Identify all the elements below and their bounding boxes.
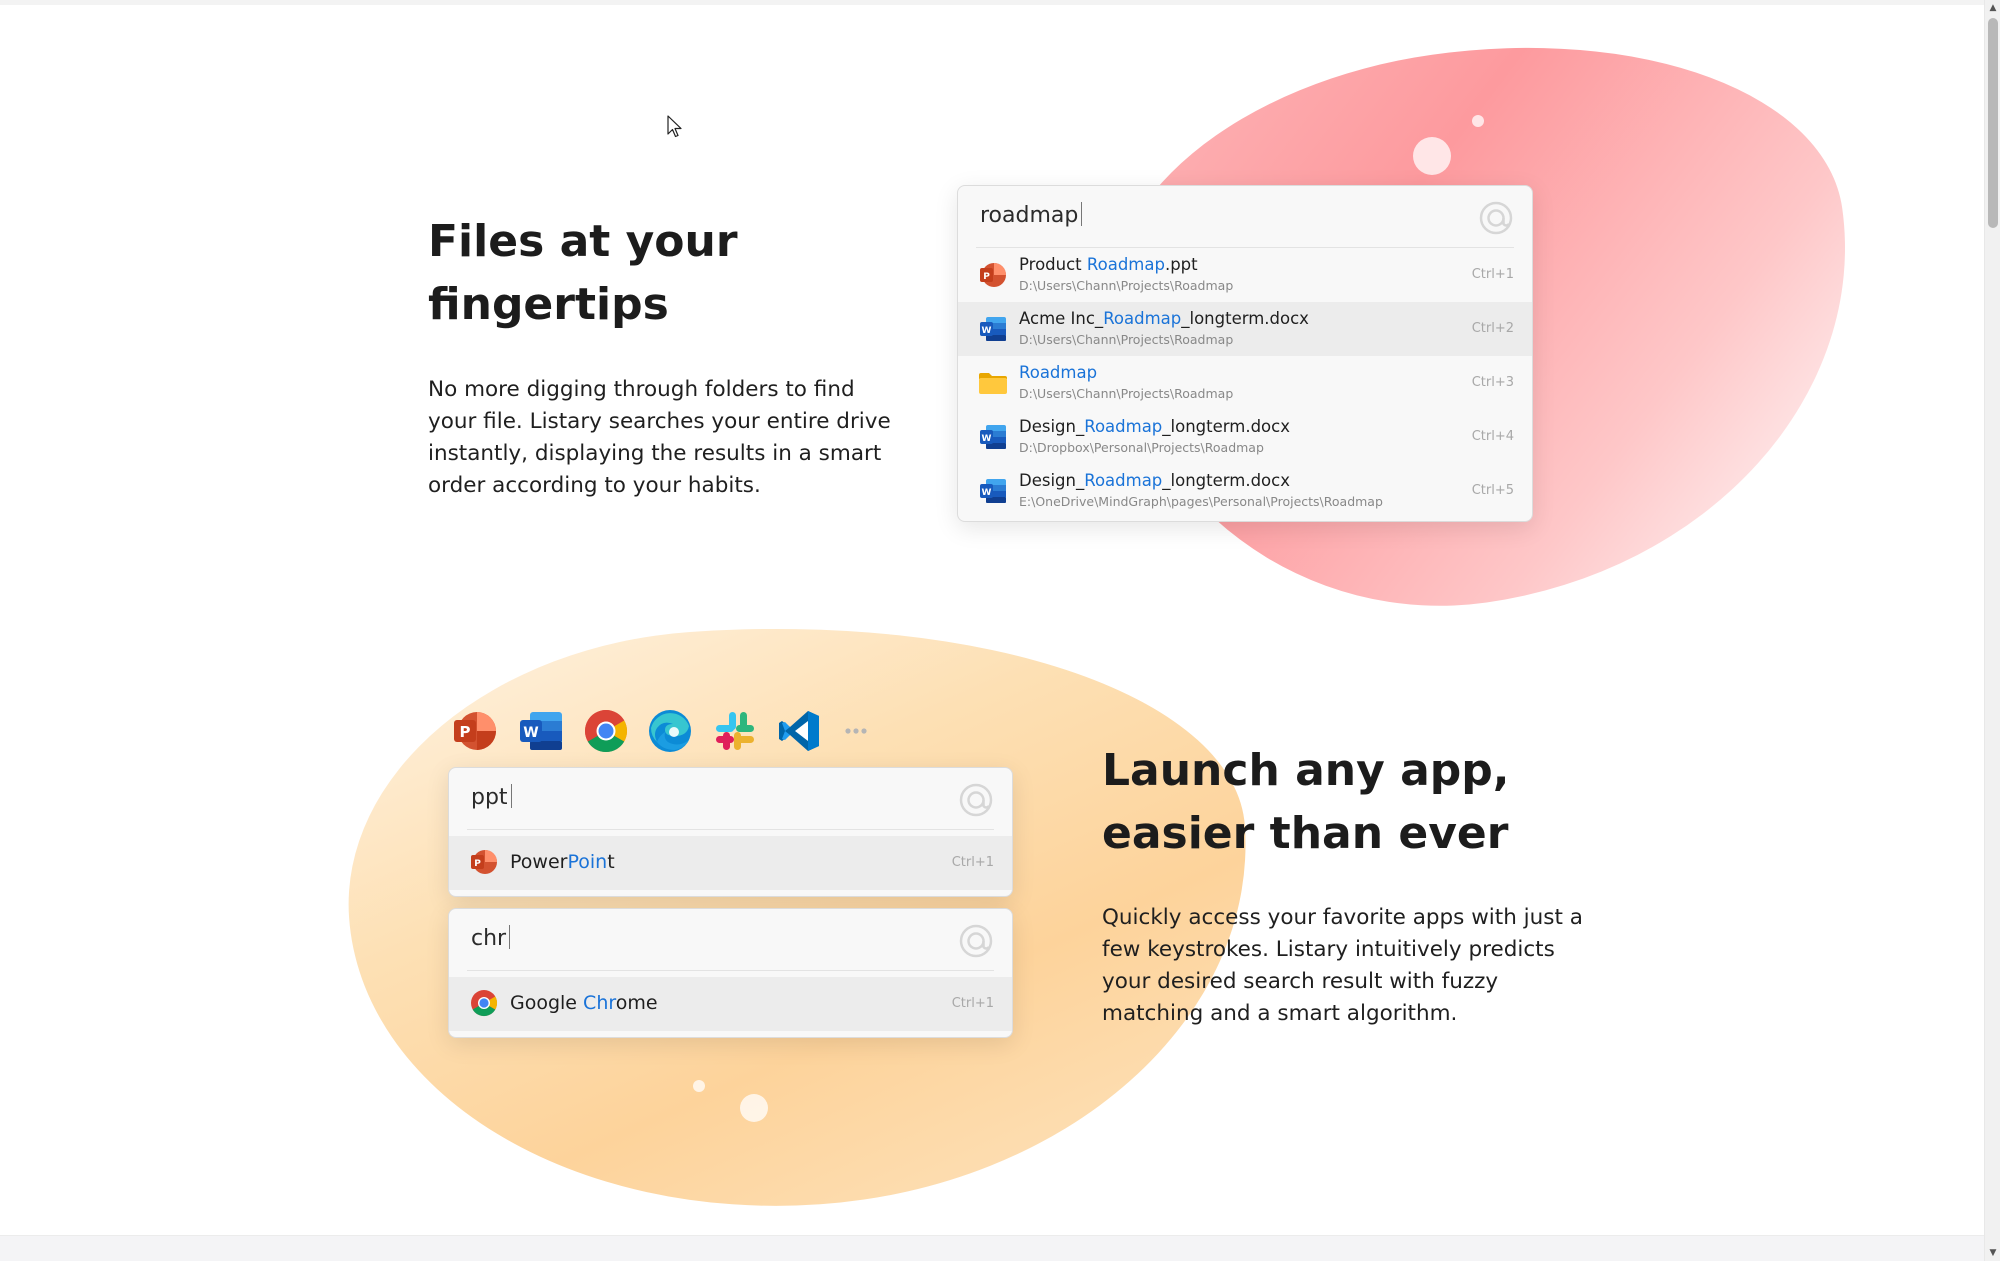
svg-text:W: W — [982, 488, 992, 498]
result-name: Roadmap — [1019, 363, 1098, 382]
section-description-apps: Quickly access your favorite apps with j… — [1102, 902, 1583, 1030]
result-shortcut: Ctrl+4 — [1471, 429, 1514, 444]
section-description-files: No more digging through folders to find … — [428, 374, 891, 502]
result-row-selected[interactable]: W Acme Inc_Roadmap_longterm.docx D:\User… — [958, 302, 1532, 356]
result-path: D:\Users\Chann\Projects\Roadmap — [1019, 386, 1234, 401]
description-line: No more digging through folders to find — [428, 377, 855, 402]
result-name: PowerPoint — [510, 851, 615, 873]
description-line: your desired search result with fuzzy — [1102, 969, 1499, 994]
svg-text:W: W — [523, 725, 538, 741]
search-query: roadmap — [980, 202, 1083, 228]
powerpoint-icon: P — [471, 850, 497, 874]
folder-icon — [979, 373, 1007, 394]
result-path: E:\OneDrive\MindGraph\pages\Personal\Pro… — [1019, 494, 1383, 509]
result-path: D:\Dropbox\Personal\Projects\Roadmap — [1019, 440, 1264, 455]
decorative-dot — [740, 1094, 768, 1122]
description-line: order according to your habits. — [428, 473, 761, 498]
decorative-dot — [1472, 115, 1484, 127]
more-dots-icon — [845, 728, 867, 734]
result-shortcut: Ctrl+1 — [951, 996, 994, 1011]
word-icon: W — [980, 425, 1006, 449]
scroll-up-arrow-icon[interactable]: ▲ — [1985, 0, 2000, 16]
result-name: Design_Roadmap_longterm.docx — [1019, 417, 1290, 436]
result-shortcut: Ctrl+3 — [1471, 375, 1514, 390]
result-row[interactable]: W Design_Roadmap_longterm.docx E:\OneDri… — [958, 464, 1532, 518]
powerpoint-icon: P — [454, 712, 496, 750]
vscode-icon — [779, 711, 819, 751]
search-query: chr — [471, 925, 511, 951]
section-heading-files: Files at your fingertips — [428, 210, 738, 336]
heading-line: fingertips — [428, 279, 669, 330]
word-icon: W — [980, 317, 1006, 341]
description-line: instantly, displaying the results in a s… — [428, 441, 882, 466]
result-row-selected[interactable]: Google Chrome Ctrl+1 — [449, 977, 1012, 1031]
search-input[interactable]: roadmap — [976, 186, 1514, 248]
heading-line: Launch any app, — [1102, 745, 1510, 796]
search-input[interactable]: ppt — [467, 768, 994, 830]
result-shortcut: Ctrl+2 — [1471, 321, 1514, 336]
result-row-selected[interactable]: P PowerPoint Ctrl+1 — [449, 836, 1012, 890]
page-scrollbar[interactable]: ▲ ▼ — [1984, 0, 2000, 1261]
edge-icon — [649, 710, 691, 752]
heading-line: easier than ever — [1102, 808, 1509, 859]
decorative-dot — [1413, 137, 1451, 175]
chrome-icon — [584, 710, 628, 753]
result-path: D:\Users\Chann\Projects\Roadmap — [1019, 278, 1234, 293]
result-row[interactable]: Roadmap D:\Users\Chann\Projects\Roadmap … — [958, 356, 1532, 410]
mouse-cursor-icon — [667, 115, 682, 138]
result-shortcut: Ctrl+1 — [1471, 267, 1514, 282]
result-row[interactable]: W Design_Roadmap_longterm.docx D:\Dropbo… — [958, 410, 1532, 464]
decorative-dot — [693, 1080, 705, 1092]
result-name: Google Chrome — [510, 992, 658, 1014]
heading-line: Files at your — [428, 216, 738, 267]
listary-logo-icon — [959, 783, 993, 817]
description-line: matching and a smart algorithm. — [1102, 1001, 1458, 1026]
search-query: ppt — [471, 784, 512, 810]
result-row[interactable]: P Product Roadmap.ppt D:\Users\Chann\Pro… — [958, 248, 1532, 302]
description-line: few keystrokes. Listary intuitively pred… — [1102, 937, 1555, 962]
svg-text:W: W — [982, 326, 992, 336]
result-shortcut: Ctrl+5 — [1471, 483, 1514, 498]
slack-icon — [716, 712, 754, 750]
file-search-window: roadmap P Product Roadmap.ppt D:\Users\C… — [957, 185, 1533, 522]
scroll-thumb[interactable] — [1988, 18, 1998, 228]
result-name: Acme Inc_Roadmap_longterm.docx — [1019, 309, 1309, 328]
result-path: D:\Users\Chann\Projects\Roadmap — [1019, 332, 1234, 347]
listary-logo-icon — [959, 924, 993, 958]
word-icon: W — [980, 479, 1006, 503]
svg-text:P: P — [460, 723, 471, 741]
search-input[interactable]: chr — [467, 909, 994, 971]
result-name: Design_Roadmap_longterm.docx — [1019, 471, 1290, 490]
app-search-window-ppt: ppt P PowerPoint Ctrl+1 — [448, 767, 1013, 897]
description-line: your file. Listary searches your entire … — [428, 409, 891, 434]
result-name: Product Roadmap.ppt — [1019, 255, 1198, 274]
chrome-icon — [471, 990, 498, 1017]
svg-text:P: P — [474, 859, 481, 869]
svg-text:P: P — [983, 272, 990, 282]
app-search-window-chrome: chr Google Chrome Ctrl+1 — [448, 908, 1013, 1038]
result-shortcut: Ctrl+1 — [951, 855, 994, 870]
scroll-down-arrow-icon[interactable]: ▼ — [1985, 1245, 2000, 1261]
top-border — [0, 0, 1984, 5]
listary-logo-icon — [1479, 201, 1513, 235]
description-line: Quickly access your favorite apps with j… — [1102, 905, 1583, 930]
powerpoint-icon: P — [980, 263, 1006, 287]
next-section-edge — [0, 1235, 1984, 1261]
word-icon: W — [520, 712, 562, 750]
section-heading-apps: Launch any app, easier than ever — [1102, 739, 1510, 865]
svg-text:W: W — [982, 434, 992, 444]
